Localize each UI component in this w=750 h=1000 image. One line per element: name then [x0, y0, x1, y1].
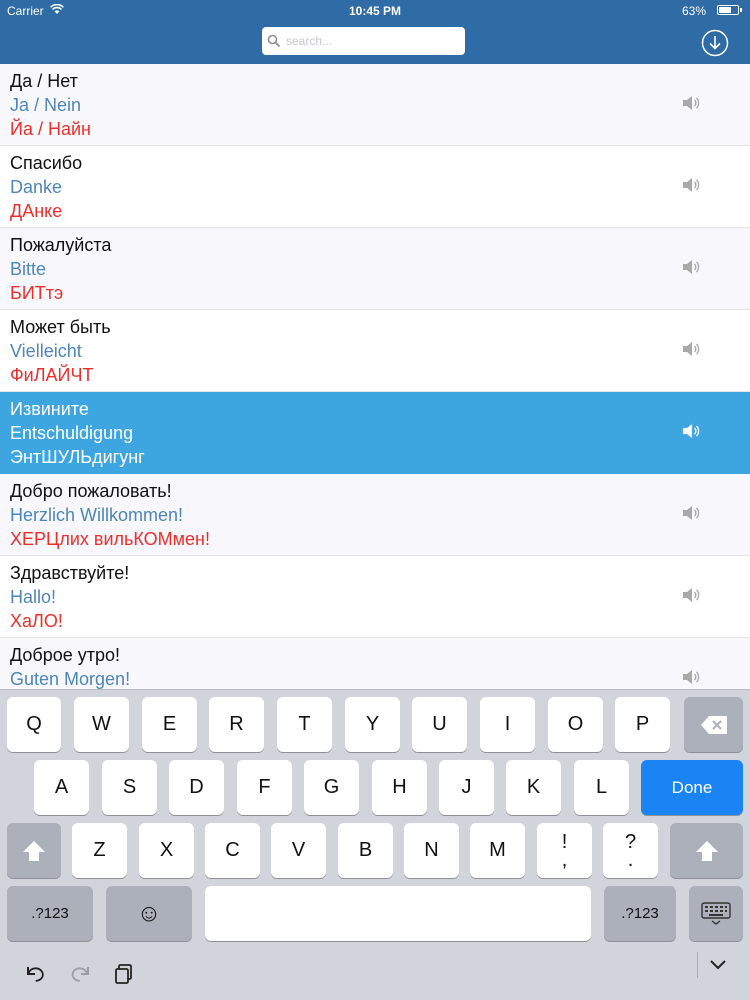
- phrase-foreign: Herzlich Willkommen!: [10, 505, 184, 525]
- phrase-foreign: Vielleicht: [10, 341, 82, 361]
- speaker-icon[interactable]: [682, 177, 700, 193]
- key-u[interactable]: U: [412, 697, 467, 752]
- speaker-icon[interactable]: [682, 423, 700, 439]
- phrase-row-selected[interactable]: Извините Entschuldigung ЭнтШУЛЬдигунг: [0, 392, 750, 474]
- phrase-row[interactable]: Здравствуйте! Hallo! ХаЛО!: [0, 556, 750, 638]
- key-h[interactable]: H: [372, 760, 427, 815]
- shift-icon: [695, 840, 718, 861]
- hide-keyboard-key[interactable]: [689, 886, 743, 941]
- shift-key-right[interactable]: [670, 823, 743, 878]
- key-d[interactable]: D: [169, 760, 224, 815]
- keyboard-hide-icon: [701, 901, 731, 925]
- phrase-foreign: Ja / Nein: [10, 95, 82, 115]
- toolbar-divider: [697, 952, 698, 978]
- paste-icon[interactable]: [112, 962, 136, 986]
- phrase-native: Да / Нет: [10, 71, 78, 91]
- speaker-icon[interactable]: [682, 341, 700, 357]
- status-time: 10:45 PM: [348, 4, 402, 18]
- key-r[interactable]: R: [209, 697, 264, 752]
- key-exclaim-label: !: [561, 830, 568, 853]
- phrase-row[interactable]: Спасибо Danke ДАнке: [0, 146, 750, 228]
- backspace-key[interactable]: [684, 697, 743, 752]
- download-icon[interactable]: [701, 29, 729, 57]
- key-p[interactable]: P: [615, 697, 670, 752]
- numbers-key-right[interactable]: .?123: [604, 886, 676, 941]
- key-b[interactable]: B: [338, 823, 393, 878]
- phrase-transliteration: ХЕРЦлих вильКОМмен!: [10, 529, 210, 549]
- key-exclaim-comma[interactable]: ! ,: [537, 823, 592, 878]
- phrase-row[interactable]: Да / Нет Ja / Nein Йа / Найн: [0, 64, 750, 146]
- key-question-period[interactable]: ? .: [603, 823, 658, 878]
- shift-key-left[interactable]: [7, 823, 61, 878]
- battery-icon: [717, 5, 742, 15]
- phrase-native: Здравствуйте!: [10, 563, 130, 583]
- key-g[interactable]: G: [304, 760, 359, 815]
- emoji-key[interactable]: ☺: [106, 886, 192, 941]
- phrase-foreign: Entschuldigung: [10, 423, 134, 443]
- speaker-icon[interactable]: [682, 669, 700, 685]
- key-l[interactable]: L: [574, 760, 629, 815]
- key-x[interactable]: X: [139, 823, 194, 878]
- key-z[interactable]: Z: [72, 823, 127, 878]
- phrase-native: Может быть: [10, 317, 111, 337]
- key-q[interactable]: Q: [7, 697, 61, 752]
- phrase-foreign: Guten Morgen!: [10, 669, 131, 689]
- key-v[interactable]: V: [271, 823, 326, 878]
- search-field[interactable]: [262, 27, 465, 55]
- key-e[interactable]: E: [142, 697, 197, 752]
- phrase-transliteration: ХаЛО!: [10, 611, 63, 631]
- speaker-icon[interactable]: [682, 259, 700, 275]
- speaker-icon[interactable]: [682, 95, 700, 111]
- key-m[interactable]: M: [470, 823, 525, 878]
- key-c[interactable]: C: [205, 823, 260, 878]
- key-s[interactable]: S: [102, 760, 157, 815]
- key-i[interactable]: I: [480, 697, 535, 752]
- key-j[interactable]: J: [439, 760, 494, 815]
- shift-icon: [23, 840, 45, 861]
- speaker-icon[interactable]: [682, 505, 700, 521]
- key-w[interactable]: W: [74, 697, 129, 752]
- battery-percent: 63%: [681, 4, 706, 18]
- key-o[interactable]: O: [548, 697, 603, 752]
- phrase-transliteration: ДАнке: [10, 201, 63, 221]
- undo-icon[interactable]: [24, 962, 48, 986]
- key-period-label: .: [627, 848, 634, 871]
- key-k[interactable]: K: [506, 760, 561, 815]
- key-comma-label: ,: [561, 848, 568, 871]
- key-t[interactable]: T: [277, 697, 332, 752]
- phrase-native: Спасибо: [10, 153, 83, 173]
- phrase-transliteration: ЭнтШУЛЬдигунг: [10, 447, 145, 467]
- phrase-native: Извините: [10, 399, 89, 419]
- search-icon: [267, 34, 281, 48]
- key-f[interactable]: F: [237, 760, 292, 815]
- phrase-transliteration: БИТтэ: [10, 283, 64, 303]
- phrase-list[interactable]: Да / Нет Ja / Nein Йа / Найн Спасибо Dan…: [0, 64, 750, 690]
- done-key[interactable]: Done: [641, 760, 743, 815]
- backspace-icon: [700, 715, 727, 734]
- key-n[interactable]: N: [404, 823, 459, 878]
- key-y[interactable]: Y: [345, 697, 400, 752]
- phrase-foreign: Hallo!: [10, 587, 57, 607]
- phrase-foreign: Danke: [10, 177, 63, 197]
- phrase-row[interactable]: Может быть Vielleicht ФиЛАЙЧТ: [0, 310, 750, 392]
- phrase-transliteration: Йа / Найн: [10, 119, 91, 139]
- search-input[interactable]: [286, 31, 456, 51]
- phrase-row[interactable]: Добро пожаловать! Herzlich Willkommen! Х…: [0, 474, 750, 556]
- phrase-row[interactable]: Пожалуйста Bitte БИТтэ: [0, 228, 750, 310]
- phrase-native: Добро пожаловать!: [10, 481, 172, 501]
- key-a[interactable]: A: [34, 760, 89, 815]
- phrase-native: Доброе утро!: [10, 645, 121, 665]
- chevron-down-icon[interactable]: [706, 952, 730, 976]
- speaker-icon[interactable]: [682, 587, 700, 603]
- app-header: Carrier 10:45 PM 63%: [0, 0, 750, 64]
- phrase-transliteration: ФиЛАЙЧТ: [10, 365, 94, 385]
- space-bar[interactable]: [205, 886, 591, 941]
- key-question-label: ?: [624, 830, 637, 853]
- onscreen-keyboard: Q W E R T Y U I O P A S D F G H J K L Do…: [0, 689, 750, 1000]
- redo-icon[interactable]: [68, 962, 92, 986]
- numbers-key-left[interactable]: .?123: [7, 886, 93, 941]
- phrase-foreign: Bitte: [10, 259, 47, 279]
- phrase-native: Пожалуйста: [10, 235, 112, 255]
- phrase-row[interactable]: Доброе утро! Guten Morgen!: [0, 638, 750, 690]
